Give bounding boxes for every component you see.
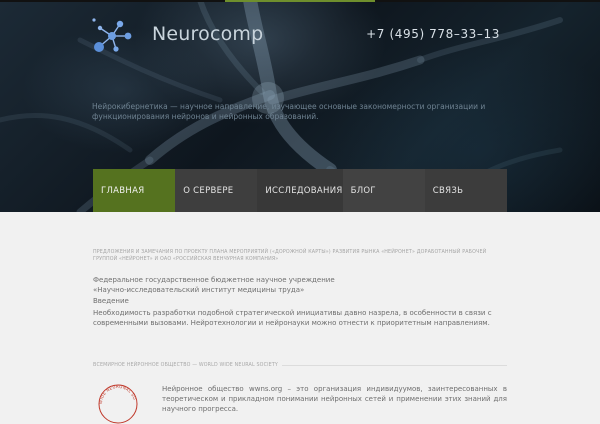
nav-item-blog[interactable]: БЛОГ	[342, 169, 425, 212]
phone-number: +7 (495) 778–33–13	[366, 27, 500, 41]
hero-banner: Neurocomp +7 (495) 778–33–13 Нейрокиберн…	[0, 0, 600, 212]
organization-line-1: Федеральное государственное бюджетное на…	[93, 276, 335, 284]
nav-item-about[interactable]: О СЕРВЕРЕ	[175, 169, 258, 212]
intro-paragraph: Необходимость разработки подобной страте…	[93, 309, 492, 327]
organization-line-2: «Научно-исследовательский институт медиц…	[93, 285, 305, 294]
site-tagline: Нейрокибернетика — научное направление, …	[92, 102, 486, 121]
logo-text[interactable]: Neurocomp	[152, 23, 263, 45]
intro-heading: Введение	[93, 297, 129, 305]
svg-text:WIDE NEURONAL SO: WIDE NEURONAL SO	[98, 384, 138, 404]
main-navigation: ГЛАВНАЯ О СЕРВЕРЕ ИССЛЕДОВАНИЯ БЛОГ СВЯЗ…	[93, 169, 507, 212]
society-section-heading: ВСЕМИРНОЕ НЕЙРОННОЕ ОБЩЕСТВО — WORLD WID…	[93, 363, 507, 368]
nav-item-contact[interactable]: СВЯЗЬ	[424, 169, 507, 212]
society-description: Нейронное общество wwns.org – это органи…	[162, 385, 507, 413]
nav-item-home[interactable]: ГЛАВНАЯ	[93, 169, 176, 212]
society-logo-arc-text: WIDE NEURONAL SO	[98, 384, 137, 404]
organization-name: Федеральное государственное бюджетное на…	[93, 276, 507, 295]
nav-item-research[interactable]: ИССЛЕДОВАНИЯ	[257, 169, 343, 212]
society-logo-icon[interactable]: WIDE NEURONAL SO	[96, 380, 140, 424]
top-accent-line	[0, 0, 600, 2]
neurocomp-logo-icon[interactable]	[90, 16, 136, 56]
article-heading-link[interactable]: ПРЕДЛОЖЕНИЯ И ЗАМЕЧАНИЯ ПО ПРОЕКТУ ПЛАНА…	[93, 249, 507, 263]
society-heading-text[interactable]: ВСЕМИРНОЕ НЕЙРОННОЕ ОБЩЕСТВО — WORLD WID…	[93, 363, 282, 368]
heading-divider	[281, 365, 507, 366]
